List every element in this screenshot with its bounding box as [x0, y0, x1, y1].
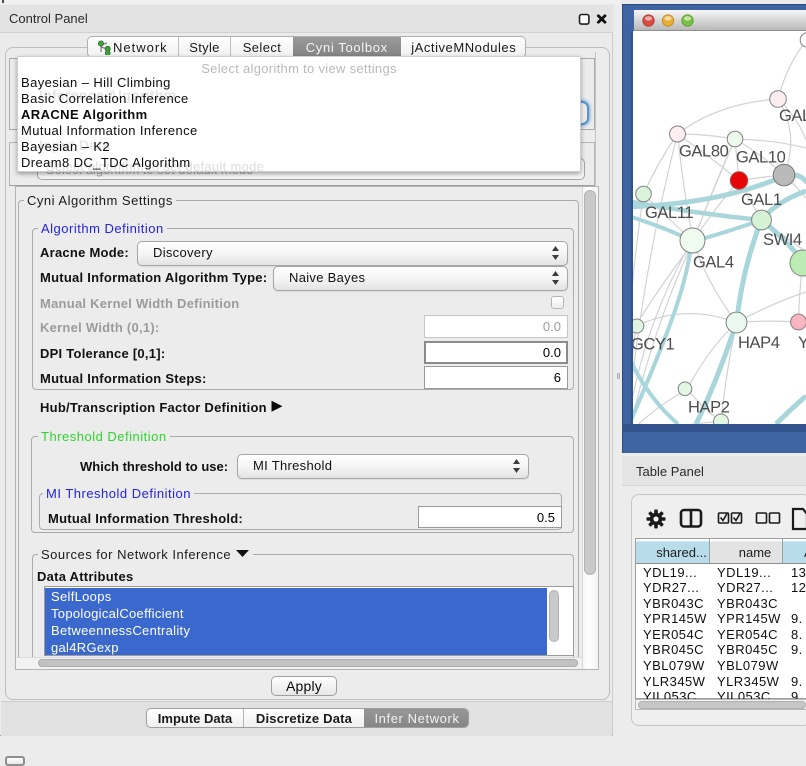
svg-text:SWI4: SWI4 [763, 231, 802, 249]
svg-text:GAL11: GAL11 [645, 204, 693, 222]
svg-text:HAP2: HAP2 [688, 399, 730, 417]
svg-text:GAL1: GAL1 [741, 191, 782, 209]
svg-text:GAL10: GAL10 [736, 149, 786, 167]
svg-text:GAL80: GAL80 [679, 143, 729, 161]
svg-text:GCY1: GCY1 [633, 336, 675, 354]
svg-text:HAP4: HAP4 [738, 334, 780, 352]
svg-text:Y: Y [798, 334, 806, 352]
svg-text:GAL4: GAL4 [693, 254, 734, 272]
svg-text:GAL: GAL [779, 107, 806, 125]
